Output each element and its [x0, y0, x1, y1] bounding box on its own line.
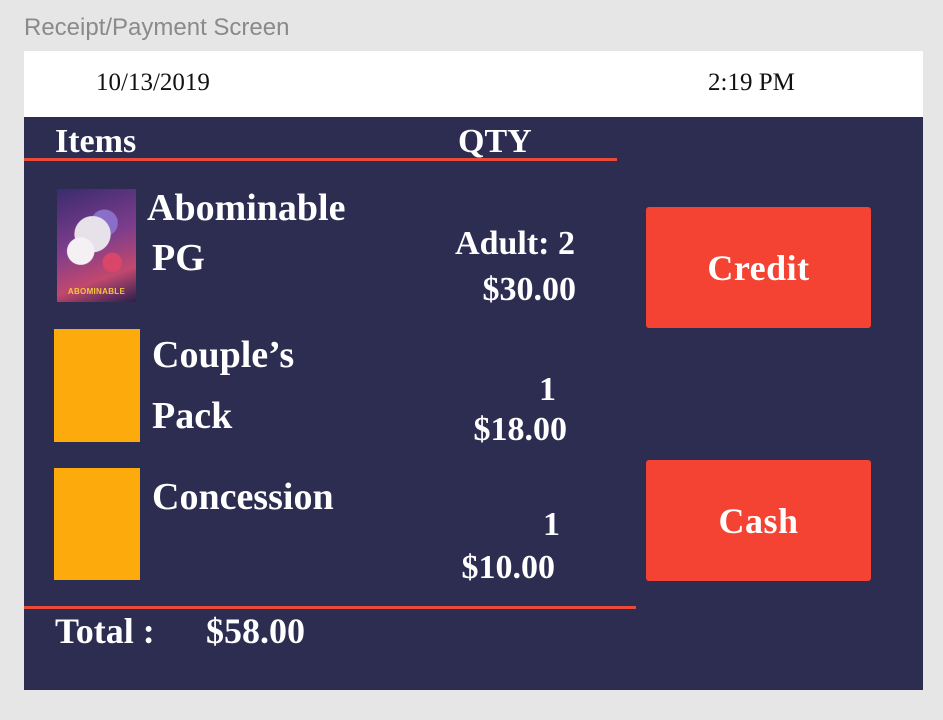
item-name: Couple’s: [152, 334, 295, 376]
total-divider: [24, 606, 636, 609]
item-price: $10.00: [461, 549, 556, 586]
total-amount: $58.00: [206, 611, 305, 651]
time-label: 2:19 PM: [708, 69, 795, 96]
receipt-panel: Items QTY ABOMINABLE Abominable PG Adult…: [24, 117, 923, 690]
total-label: Total :: [55, 611, 155, 651]
items-column-header: Items: [55, 123, 137, 160]
date-label: 10/13/2019: [96, 69, 210, 96]
item-rating: PG: [152, 237, 205, 279]
item-name-line2: Pack: [152, 395, 233, 437]
credit-button[interactable]: Credit: [646, 207, 871, 328]
item-qty: Adult: 2: [455, 225, 575, 262]
item-name: Concession: [152, 476, 334, 518]
item-price: $18.00: [473, 411, 568, 448]
header-divider: [24, 158, 617, 161]
item-name: Abominable: [147, 187, 346, 229]
qty-column-header: QTY: [458, 123, 532, 160]
item-thumbnail-placeholder: [54, 468, 140, 580]
abominable-poster-thumbnail: ABOMINABLE: [57, 189, 136, 302]
item-price: $30.00: [482, 271, 577, 308]
item-thumbnail-placeholder: [54, 329, 140, 442]
cash-button[interactable]: Cash: [646, 460, 871, 581]
poster-title-text: ABOMINABLE: [67, 287, 126, 296]
item-qty: 1: [543, 506, 560, 543]
item-qty: 1: [539, 371, 556, 408]
window-title: Receipt/Payment Screen: [24, 14, 290, 41]
status-bar: 10/13/2019 2:19 PM: [24, 51, 923, 117]
